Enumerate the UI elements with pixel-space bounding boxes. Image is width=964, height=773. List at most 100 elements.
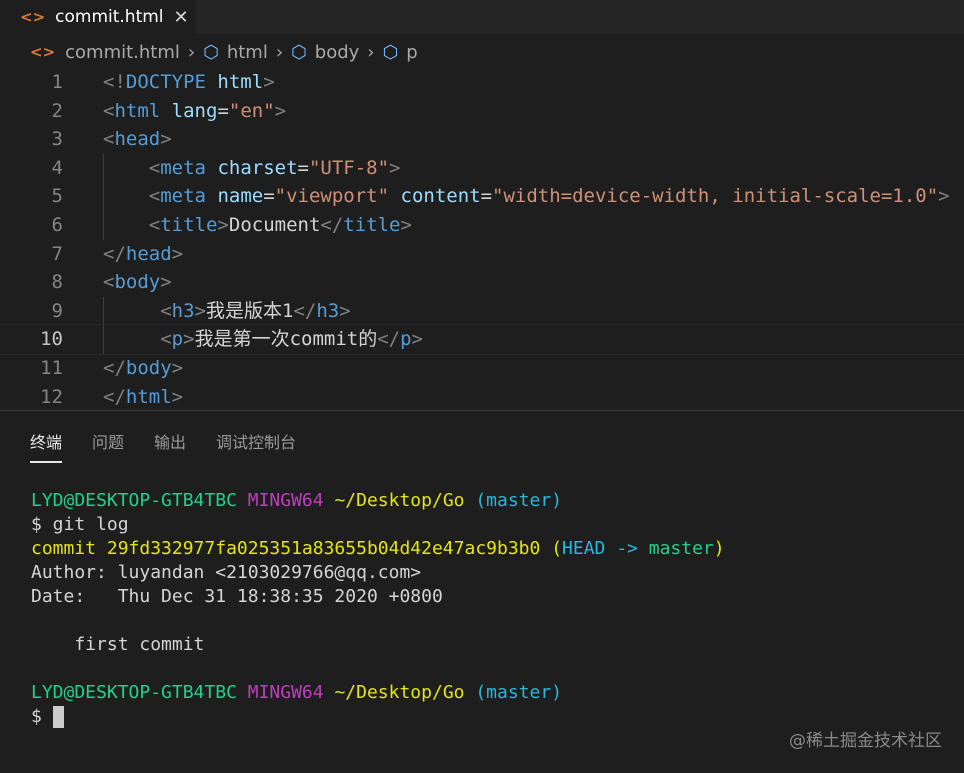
token: title [343,213,401,236]
code-line[interactable]: 12 </html> [0,383,964,412]
code-line[interactable]: 10 <p>我是第一次commit的</p> [0,324,964,355]
code-text: </head> [103,240,183,269]
token: MINGW64 [247,682,324,703]
token: > [171,385,184,408]
token: p [400,328,412,351]
chevron-right-icon: › [367,41,375,63]
token: commit 29fd332977fa025351a83655b04d42e47… [31,538,541,559]
code-line[interactable]: 2 <html lang="en"> [0,97,964,126]
chevron-right-icon: › [187,41,196,63]
token: </ [293,299,317,322]
token: body [114,271,161,294]
line-number: 2 [51,99,63,122]
element-cube-icon: ⬡ [291,41,307,63]
breadcrumb-html[interactable]: html [227,42,268,63]
token: > [274,99,287,122]
code-line[interactable]: 11 </body> [0,354,964,383]
terminal-line: LYD@DESKTOP-GTB4TBC MINGW64 ~/Desktop/Go… [31,681,725,705]
line-number: 12 [40,385,63,408]
element-cube-icon: ⬡ [382,41,399,63]
code-text: <p>我是第一次commit的</p> [103,325,423,354]
code-line[interactable]: 5 <meta name="viewport" content="width=d… [0,182,964,211]
terminal-line: $ [31,705,725,729]
code-text: <body> [103,268,172,297]
code-line[interactable]: 8 <body> [0,268,964,297]
token: "en" [228,99,275,122]
code-text: <h3>我是版本1</h3> [103,297,351,326]
panel-tab[interactable]: 终端 [30,429,63,463]
code-text: <meta charset="UTF-8"> [103,154,401,183]
token: ~/Desktop/Go [334,490,465,511]
code-line[interactable]: 4 <meta charset="UTF-8"> [0,153,964,183]
token: 我是版本1 [206,299,294,322]
token: </ [320,213,344,236]
token: h3 [171,299,195,322]
terminal[interactable]: LYD@DESKTOP-GTB4TBC MINGW64 ~/Desktop/Go… [31,489,725,729]
token: > [411,328,423,351]
token: > [171,242,184,265]
terminal-line: first commit [31,633,725,657]
code-text: <head> [103,125,172,154]
token: > [400,213,412,236]
token: > [160,128,172,151]
token: 我是第一次commit的 [194,328,378,351]
token: $ git log [31,514,129,535]
breadcrumb-body[interactable]: body [315,42,360,63]
token: charset [217,156,298,179]
close-icon[interactable]: ✕ [174,7,189,28]
token: < [148,213,161,236]
code-line[interactable]: 7 </head> [0,240,964,269]
code-line[interactable]: 9 <h3>我是版本1</h3> [0,296,964,326]
token: name [217,185,264,208]
panel-tab[interactable]: 输出 [154,429,186,463]
code-editor[interactable]: 1 <!DOCTYPE html> 2 <html lang="en"> 3 <head>… [0,68,964,411]
token: title [160,213,218,236]
code-text: </body> [103,354,183,383]
html-file-icon: <> [30,43,56,61]
token: < [148,156,161,179]
token: > [938,185,950,208]
breadcrumb: <> commit.html › ⬡ html › ⬡ body › ⬡ p [30,40,418,64]
line-number: 4 [51,156,63,179]
token: </ [103,385,126,408]
token: first commit [31,634,205,655]
code-line[interactable]: 1 <!DOCTYPE html> [0,68,964,97]
watermark: @稀土掘金技术社区 [789,731,942,751]
token: lang [171,99,218,122]
token: > [339,299,351,322]
token: > [389,156,401,179]
token: ( [551,538,563,559]
breadcrumb-p[interactable]: p [406,42,417,63]
token: = [297,156,309,179]
line-number: 7 [51,242,63,265]
token: < [160,299,172,322]
token: master [648,538,714,559]
token: DOCTYPE [125,71,206,93]
token: < [103,128,115,151]
panel-tab[interactable]: 调试控制台 [216,429,296,463]
token: </ [377,328,401,351]
breadcrumb-file[interactable]: commit.html [65,42,180,63]
token: html [217,71,264,93]
token: head [125,242,172,265]
code-line[interactable]: 3 <head> [0,125,964,154]
token: "UTF-8" [308,156,390,179]
panel-tab[interactable]: 问题 [92,429,124,463]
code-line[interactable]: 6 <title>Document</title> [0,210,964,240]
token: ~/Desktop/Go [334,682,465,703]
chevron-right-icon: › [275,41,284,63]
token: > [160,271,172,294]
terminal-cursor [52,706,64,728]
token: Author: luyandan <2103029766@qq.com> [31,562,422,583]
tab-commit-html[interactable]: <> commit.html ✕ [0,0,196,34]
element-cube-icon: ⬡ [203,41,219,63]
token: head [114,128,161,151]
